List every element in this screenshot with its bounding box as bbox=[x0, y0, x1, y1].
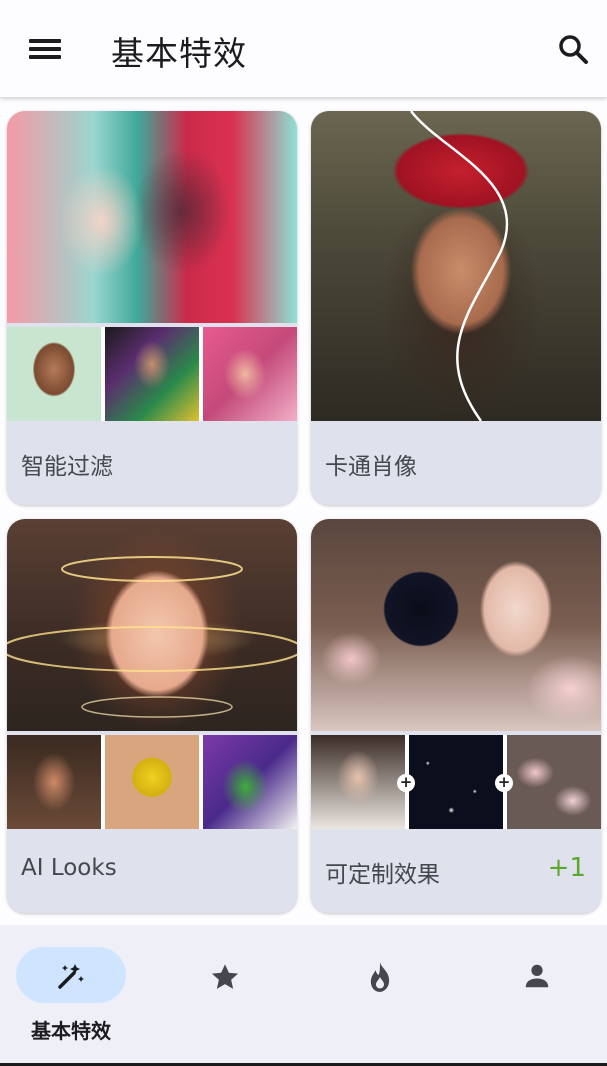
thumbnail-image bbox=[203, 327, 297, 421]
nav-item-profile[interactable] bbox=[478, 947, 598, 1047]
nav-item-basic-effects[interactable]: 基本特效 bbox=[16, 947, 136, 1047]
thumbnail-image: + bbox=[409, 735, 513, 829]
card-label: 智能过滤 bbox=[21, 454, 113, 480]
nav-item-label: 基本特效 bbox=[31, 1019, 111, 1043]
smart-filter-preview-image bbox=[7, 111, 297, 323]
effect-card-smart-filter[interactable]: 智能过滤 bbox=[7, 111, 297, 505]
customizable-preview-image bbox=[311, 519, 601, 731]
menu-icon[interactable] bbox=[22, 26, 68, 72]
effects-grid: 智能过滤 卡通肖像 AI Looks + + 可定制效果 +1 bbox=[0, 97, 607, 925]
top-app-bar: 基本特效 bbox=[0, 0, 607, 97]
search-icon[interactable] bbox=[551, 27, 595, 71]
fire-icon bbox=[366, 961, 396, 992]
smart-filter-thumbnails bbox=[7, 327, 297, 421]
star-icon bbox=[209, 961, 239, 991]
extra-count-badge: +1 bbox=[547, 853, 586, 883]
effect-card-cartoon-portrait[interactable]: 卡通肖像 bbox=[311, 111, 601, 505]
ai-looks-preview-image bbox=[7, 519, 297, 731]
card-label: 卡通肖像 bbox=[325, 454, 417, 480]
card-label: 可定制效果 bbox=[325, 862, 440, 888]
plus-icon: + bbox=[495, 774, 513, 792]
thumbnail-image: + bbox=[311, 735, 415, 829]
customizable-thumbnails: + + bbox=[311, 735, 601, 829]
cartoon-portrait-preview-image bbox=[311, 111, 601, 421]
person-icon bbox=[522, 961, 552, 991]
effect-card-ai-looks[interactable]: AI Looks bbox=[7, 519, 297, 913]
thumbnail-image bbox=[203, 735, 297, 829]
effect-card-customizable[interactable]: + + 可定制效果 +1 bbox=[311, 519, 601, 913]
thumbnail-image bbox=[7, 735, 101, 829]
thumbnail-image bbox=[105, 735, 199, 829]
bottom-navigation-bar: 基本特效 bbox=[0, 925, 607, 1066]
card-label: AI Looks bbox=[21, 855, 117, 881]
ai-looks-thumbnails bbox=[7, 735, 297, 829]
thumbnail-image bbox=[105, 327, 199, 421]
page-title: 基本特效 bbox=[111, 34, 247, 73]
nav-item-favorites[interactable] bbox=[166, 947, 286, 1047]
thumbnail-image bbox=[7, 327, 101, 421]
thumbnail-image bbox=[507, 735, 601, 829]
plus-icon: + bbox=[397, 774, 415, 792]
nav-item-trending[interactable] bbox=[322, 947, 442, 1047]
magic-wand-icon bbox=[56, 961, 86, 991]
